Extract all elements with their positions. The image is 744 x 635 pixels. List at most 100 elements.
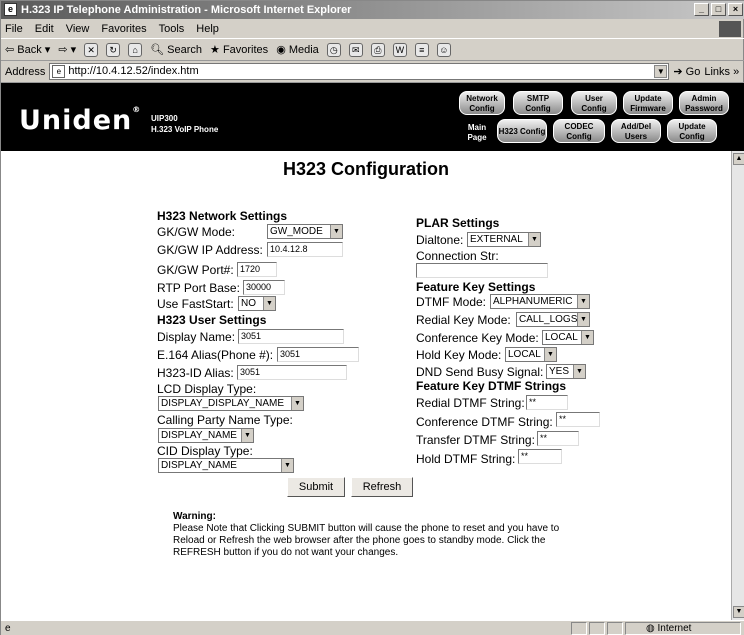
nav-add-del-users[interactable]: Add/Del Users [611,119,661,143]
chevron-down-icon: ▼ [573,365,585,378]
transfer-dtmf-label: Transfer DTMF String: [416,433,535,447]
nav-admin-password[interactable]: Admin Password [679,91,729,115]
e164-alias-input[interactable]: 3051 [277,347,359,362]
chevron-down-icon: ▼ [291,397,303,410]
menu-file[interactable]: File [5,19,23,38]
window-controls: _ □ × [694,3,743,16]
zone-indicator: ◍ Internet [625,622,741,635]
dialtone-select[interactable]: EXTERNAL ▼ [467,232,541,247]
display-name-input[interactable]: 3051 [238,329,344,344]
lcd-display-label: LCD Display Type: [157,382,257,396]
address-input[interactable]: e http://10.4.12.52/index.htm ▼ [49,63,670,80]
history-icon[interactable]: ◷ [326,42,341,57]
hold-dtmf-label: Hold DTMF String: [416,452,516,466]
banner-edge [731,83,744,151]
refresh-button[interactable]: Refresh [351,477,413,497]
rtp-port-label: RTP Port Base: [157,281,240,295]
dnd-busy-select[interactable]: YES ▼ [546,364,586,379]
nav-main-page[interactable]: Main Page [459,123,495,143]
stop-icon[interactable]: ✕ [84,42,99,57]
hold-key-label: Hold Key Mode: [416,348,502,362]
gk-port-label: GK/GW Port#: [157,263,234,277]
lcd-display-select[interactable]: DISPLAY_DISPLAY_NAME ▼ [158,396,304,411]
browser-window: e H.323 IP Telephone Administration - Mi… [0,0,744,635]
hold-key-select[interactable]: LOCAL ▼ [505,347,557,362]
menu-edit[interactable]: Edit [35,19,54,38]
nav-update-firmware[interactable]: Update Firmware [623,91,673,115]
chevron-down-icon: ▼ [581,331,593,344]
e164-alias-label: E.164 Alias(Phone #): [157,348,274,362]
display-name-label: Display Name: [157,330,236,344]
print-icon[interactable]: ⎙ [370,42,385,57]
gk-ip-input[interactable]: 10.4.12.8 [267,242,343,257]
forward-button[interactable]: ⇨ ▾ [58,39,76,61]
discuss-icon[interactable]: ≡ [414,42,429,57]
status-segment [571,622,587,635]
menu-tools[interactable]: Tools [159,19,185,38]
gk-ip-label: GK/GW IP Address: [157,243,263,257]
hold-dtmf-input[interactable]: ** [518,449,562,464]
dtmf-mode-select[interactable]: ALPHANUMERIC ▼ [490,294,590,309]
links-button[interactable]: Links » [704,66,739,78]
maximize-button[interactable]: □ [711,3,726,16]
home-icon[interactable]: ⌂ [128,42,143,57]
chevron-down-icon: ▼ [281,459,293,472]
windows-logo-icon [719,21,741,37]
edit-icon[interactable]: W [392,42,407,57]
cid-display-select[interactable]: DISPLAY_NAME ▼ [158,458,294,473]
conference-key-select[interactable]: LOCAL ▼ [542,330,594,345]
nav-h323-config[interactable]: H323 Config [497,119,547,143]
close-button[interactable]: × [728,3,743,16]
calling-party-select[interactable]: DISPLAY_NAME ▼ [158,428,254,443]
rtp-port-input[interactable]: 30000 [243,280,285,295]
messenger-icon[interactable]: ☺ [436,42,451,57]
nav-update-config[interactable]: Update Config [667,119,717,143]
nav-user-config[interactable]: User Config [571,91,617,115]
nav-network-config[interactable]: Network Config [459,91,505,115]
nav-smtp-config[interactable]: SMTP Config [513,91,563,115]
favorites-button[interactable]: ★ Favorites [210,39,268,61]
chevron-down-icon: ▼ [241,429,253,442]
menu-help[interactable]: Help [196,19,219,38]
menu-favorites[interactable]: Favorites [101,19,146,38]
gk-mode-label: GK/GW Mode: [157,225,236,239]
vertical-scrollbar[interactable]: ▲ ▼ [731,151,744,620]
gk-port-input[interactable]: 1720 [237,262,277,277]
h323id-alias-input[interactable]: 3051 [237,365,347,380]
page-content: Uniden® UIP300 H.323 VoIP Phone Network … [1,83,731,620]
chevron-down-icon: ▼ [544,348,556,361]
refresh-icon[interactable]: ↻ [106,42,121,57]
dtmf-strings-heading: Feature Key DTMF Strings [416,379,567,393]
gk-mode-select[interactable]: GW_MODE ▼ [267,224,343,239]
chevron-down-icon: ▼ [577,313,589,326]
chevron-down-icon: ▼ [263,297,275,310]
chevron-down-icon: ▼ [577,295,589,308]
address-bar: Address e http://10.4.12.52/index.htm ▼ … [1,61,744,83]
nav-codec-config[interactable]: CODEC Config [553,119,605,143]
dnd-busy-label: DND Send Busy Signal: [416,365,544,379]
search-button[interactable]: 🔍︎ Search [150,39,202,61]
minimize-button[interactable]: _ [694,3,709,16]
go-button[interactable]: ➔ Go [673,65,700,78]
network-settings-heading: H323 Network Settings [157,209,288,223]
faststart-select[interactable]: NO ▼ [238,296,276,311]
media-button[interactable]: ◉ Media [276,39,319,61]
uniden-logo: Uniden® [19,105,142,136]
back-button[interactable]: ⇦ Back ▾ [5,39,50,61]
mail-icon[interactable]: ✉ [348,42,363,57]
menu-view[interactable]: View [66,19,90,38]
scroll-up-icon[interactable]: ▲ [733,153,744,165]
feature-key-heading: Feature Key Settings [416,280,536,294]
submit-button[interactable]: Submit [287,477,345,497]
redial-key-select[interactable]: CALL_LOGS ▼ [516,312,590,327]
scroll-down-icon[interactable]: ▼ [733,606,744,618]
chevron-down-icon[interactable]: ▼ [654,65,668,78]
redial-dtmf-input[interactable]: ** [526,395,568,410]
address-label: Address [5,65,46,78]
page-title: H323 Configuration [282,159,449,179]
transfer-dtmf-input[interactable]: ** [537,431,579,446]
connection-str-input[interactable] [416,263,548,278]
page-icon: e [52,65,66,78]
title-bar: e H.323 IP Telephone Administration - Mi… [1,1,744,19]
conference-dtmf-input[interactable]: ** [556,412,600,427]
